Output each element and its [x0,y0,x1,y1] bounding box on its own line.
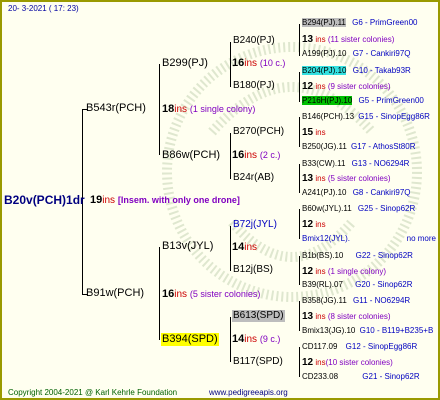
ggp-b24r[interactable]: B24r(AB) [233,173,274,183]
g5-bottom-row: Bmix12(JYL). no more [302,234,436,243]
ggp-b180[interactable]: B180(PJ) [233,81,275,91]
g4-bottom-row: A241(PJ).10 G8 - Cankiri97Q [302,188,411,197]
connector-line [299,256,300,285]
timestamp: 20- 3-2021 ( 17: 23) [8,4,79,13]
g8-top-row: CD117.09 G12 - SinopEgg86R [302,342,418,351]
g7-top-row: B358(JG).11 G11 - NO6294R [302,296,411,305]
grandparent-b13v[interactable]: B13v(JYL) [162,241,213,252]
g5-top-queen[interactable]: B60w(JYL).11 [302,204,352,213]
grandparent-b86w[interactable]: B86w(PCH) [162,150,220,161]
g2-inseminations: 12 ins (9 sister colonies) [302,81,391,92]
g7-top-queen[interactable]: B358(JG).11 [302,296,347,305]
g5-bottom-queen[interactable]: Bmix12(JYL). [302,234,350,243]
g6-top-row: B1b(BS).10 G22 - Sinop62R [302,251,413,260]
connector-line [299,301,300,331]
g6-bottom-row: B39(RL).07 G20 - Sinop62R [302,280,413,289]
g1-bottom-row: A199(PJ).10 G7 - Cankiri97Q [302,49,411,58]
g2-top-queen[interactable]: B204(PJ).10 [302,66,347,75]
g7-bottom-queen[interactable]: Bmix13(JG).10 [302,326,355,335]
pedigree-canvas: 20- 3-2021 ( 17: 23) B20v(PCH)1dr 19ins … [0,0,440,400]
root-inseminations: 19ins [Insem. with only one drone] [90,194,240,206]
g8-bottom-queen[interactable]: CD233.08 [302,372,338,381]
ggp-b117[interactable]: B117(SPD) [233,357,283,367]
mother-inseminations: 16ins (5 sister colonies) [162,288,261,300]
g5-top-row: B60w(JYL).11 G25 - Sinop62R [302,204,416,213]
copyright-text: Copyright 2004-2021 @ Karl Kehrle Founda… [8,388,178,397]
ggp-b613[interactable]: B613(SPD) [232,310,285,322]
g4-bottom-queen[interactable]: A241(PJ).10 [302,188,346,197]
g6-bottom-queen[interactable]: B39(RL).07 [302,280,343,289]
g7-bottom-row: Bmix13(JG).10 G10 - B119+B235+B [302,326,434,335]
g3-top-row: B146(PCH).13 G15 - SinopEgg86R [302,112,430,121]
g8-top-queen[interactable]: CD117.09 [302,342,337,351]
ggp-b12j[interactable]: B12j(BS) [233,265,273,275]
g8-bottom-row: CD233.08 G21 - Sinop62R [302,372,420,381]
father-inseminations: 18ins (1 single colony) [162,103,256,115]
b394-inseminations: 14ins (9 c.) [232,333,281,345]
g5-inseminations: 12 ins [302,219,326,230]
g7-inseminations: 13 ins (8 sister colonies) [302,311,391,322]
g1-bottom-queen[interactable]: A199(PJ).10 [302,49,346,58]
connector-line [159,64,160,155]
connector-line [299,117,300,147]
g3-bottom-row: B250(JG).11 G17 - AthosSt80R [302,142,416,151]
b299-inseminations: 16ins (10 c.) [232,57,286,69]
g4-inseminations: 13 ins (5 sister colonies) [302,173,391,184]
g6-inseminations: 12 ins (1 single colony) [302,266,387,277]
father-queen[interactable]: B543r(PCH) [86,103,146,114]
connector-line [230,226,231,271]
g3-bottom-queen[interactable]: B250(JG).11 [302,142,347,151]
connector-line [299,164,300,193]
g8-inseminations: 12 ins(10 sister colonies) [302,357,393,368]
connector-line [299,24,300,56]
ggp-b72j[interactable]: B72j(JYL) [233,220,277,230]
mother-queen[interactable]: B91w(PCH) [86,288,144,299]
website-link[interactable]: www.pedigreeapis.org [209,389,288,397]
g6-top-queen[interactable]: B1b(BS).10 [302,251,343,260]
g4-top-queen[interactable]: B33(CW).11 [302,159,345,168]
root-queen[interactable]: B20v(PCH)1dr [4,194,85,206]
ggp-b240[interactable]: B240(PJ) [233,36,275,46]
grandparent-b394[interactable]: B394(SPD) [161,333,219,346]
g2-bottom-row: P216H(PJ).10 G5 - PrimGreen00 [302,96,424,105]
g1-top-row: B294(PJ).11 G6 - PrimGreen00 [302,18,418,27]
g2-bottom-queen[interactable]: P216H(PJ).10 [302,96,353,105]
connector-line [299,72,300,102]
b13v-inseminations: 14ins [232,241,258,253]
connector-line [230,317,231,362]
connector-line [299,209,300,239]
ggp-b270[interactable]: B270(PCH) [233,127,284,137]
g2-top-row: B204(PJ).10 G10 - Takab93R [302,66,411,75]
g1-inseminations: 13 ins (11 sister colonies) [302,34,395,45]
g3-top-queen[interactable]: B146(PCH).13 [302,112,354,121]
g4-top-row: B33(CW).11 G13 - NO6294R [302,159,410,168]
g3-inseminations: 15 ins [302,127,326,138]
connector-line [230,133,231,179]
connector-line [159,247,160,340]
g1-top-queen[interactable]: B294(PJ).11 [302,18,346,27]
connector-line [230,42,231,87]
grandparent-b299[interactable]: B299(PJ) [162,58,208,69]
b86w-inseminations: 16ins (2 c.) [232,149,281,161]
connector-line [299,347,300,377]
